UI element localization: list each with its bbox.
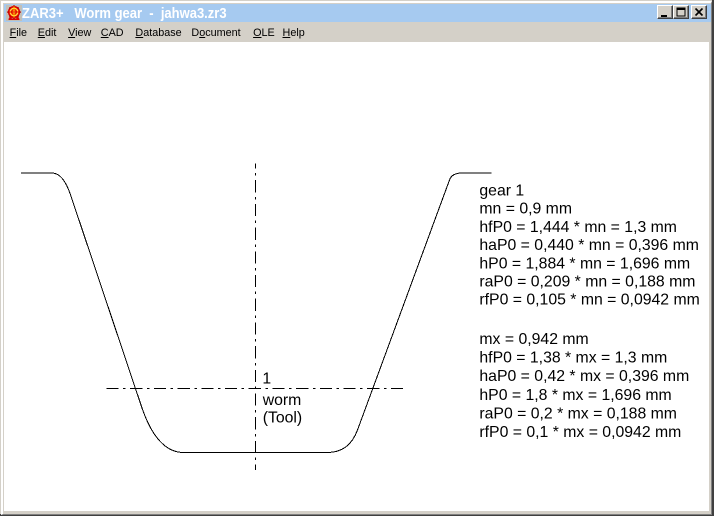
svg-text:(Tool): (Tool) (263, 410, 303, 427)
svg-text:mx = 0,942 mm: mx = 0,942 mm (479, 331, 588, 348)
svg-text:rfP0 = 0,105 * mn = 0,0942 mm: rfP0 = 0,105 * mn = 0,0942 mm (479, 292, 699, 309)
svg-text:haP0 = 0,42 * mx = 0,396 mm: haP0 = 0,42 * mx = 0,396 mm (479, 368, 689, 385)
svg-text:worm: worm (262, 392, 302, 409)
svg-text:mn = 0,9 mm: mn = 0,9 mm (479, 201, 572, 218)
svg-text:gear 1: gear 1 (479, 183, 524, 200)
svg-text:hP0 = 1,884 * mn = 1,696 mm: hP0 = 1,884 * mn = 1,696 mm (479, 255, 690, 272)
svg-text:hfP0 = 1,444 * mn = 1,3 mm: hfP0 = 1,444 * mn = 1,3 mm (479, 219, 677, 236)
svg-text:hfP0 = 1,38 * mx = 1,3 mm: hfP0 = 1,38 * mx = 1,3 mm (479, 350, 667, 367)
svg-text:haP0 = 0,440 * mn = 0,396 mm: haP0 = 0,440 * mn = 0,396 mm (479, 237, 699, 254)
svg-text:rfP0 = 0,1 * mx = 0,0942 mm: rfP0 = 0,1 * mx = 0,0942 mm (479, 424, 681, 441)
svg-text:raP0 = 0,2 * mx = 0,188 mm: raP0 = 0,2 * mx = 0,188 mm (479, 405, 677, 422)
svg-text:hP0 = 1,8 * mx = 1,696 mm: hP0 = 1,8 * mx = 1,696 mm (479, 387, 671, 404)
svg-text:1: 1 (262, 370, 271, 387)
svg-text:raP0 = 0,209 * mn = 0,188 mm: raP0 = 0,209 * mn = 0,188 mm (479, 274, 695, 291)
